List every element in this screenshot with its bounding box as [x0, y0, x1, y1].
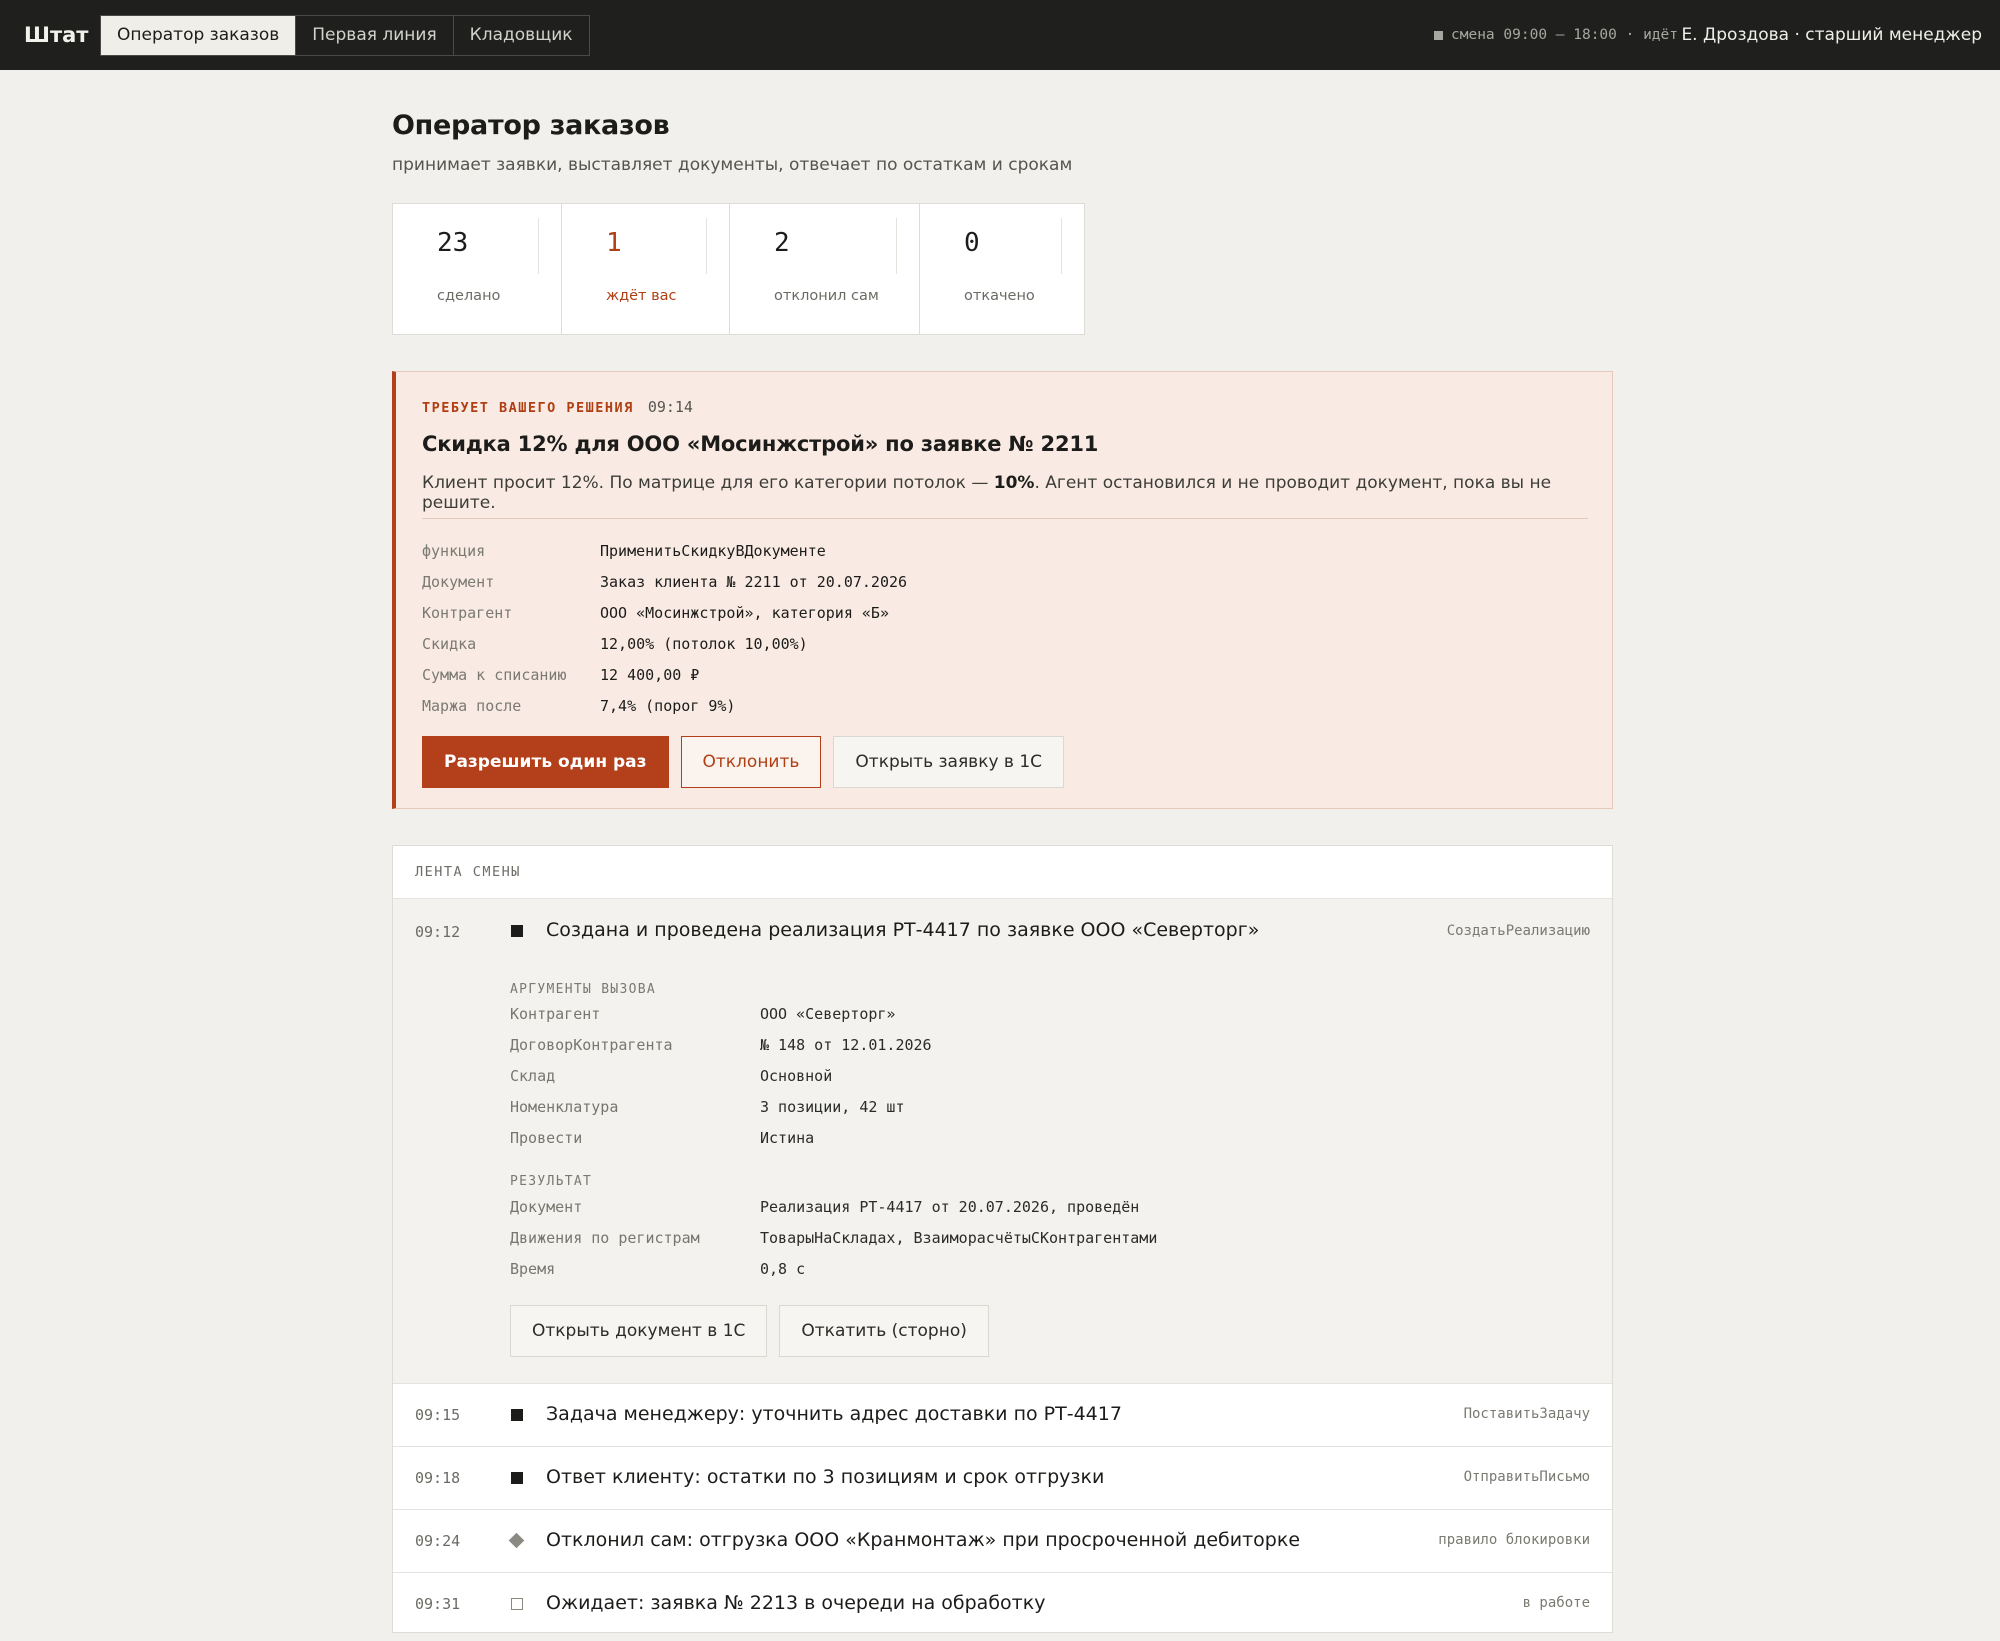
- reject-button[interactable]: Отклонить: [680, 736, 822, 788]
- decision-header: ТРЕБУЕТ ВАШЕГО РЕШЕНИЯ 09:14: [422, 398, 693, 416]
- result-row: Документ Реализация РТ-4417 от 20.07.2026…: [510, 1197, 1140, 1216]
- feed-item-function: правило блокировки: [1438, 1532, 1590, 1548]
- stat-done[interactable]: 23 сделано: [393, 204, 561, 334]
- feed-item[interactable]: 09:24 Отклонил сам: отгрузка ООО «Кранмо…: [393, 1510, 1612, 1573]
- feed-item[interactable]: 09:31 Ожидает: заявка № 2213 в очереди н…: [393, 1573, 1612, 1636]
- user-name[interactable]: Е. Дроздова · старший менеджер: [1681, 0, 1982, 70]
- arg-row: Провести Истина: [510, 1128, 815, 1147]
- shift-status: смена 09:00 — 18:00 · идёт: [1434, 0, 1678, 70]
- field-counterparty: Контрагент ООО «Мосинжстрой», категория «…: [422, 603, 889, 622]
- field-discount: Скидка 12,00% (потолок 10,00%): [422, 634, 808, 653]
- stat-label: сделано: [437, 288, 501, 304]
- feed-item[interactable]: 09:15 Задача менеджеру: уточнить адрес д…: [393, 1384, 1612, 1447]
- stats-panel: 23 сделано 1 ждёт вас 2 отклонил сам 0 о…: [392, 203, 1085, 335]
- decision-actions: Разрешить один раз Отклонить Открыть зая…: [422, 736, 1065, 788]
- decision-title: Скидка 12% для ООО «Мосинжстрой» по заяв…: [422, 432, 1099, 456]
- open-request-1c-button[interactable]: Открыть заявку в 1С: [833, 736, 1065, 788]
- decision-card: ТРЕБУЕТ ВАШЕГО РЕШЕНИЯ 09:14 Скидка 12% …: [392, 371, 1613, 809]
- decision-description: Клиент просит 12%. По матрице для его ка…: [422, 473, 1552, 513]
- feed-item-expanded[interactable]: 09:12 Создана и проведена реализация РТ-…: [393, 899, 1612, 1384]
- feed-item-function: ОтправитьПисьмо: [1463, 1469, 1590, 1485]
- page-subtitle: принимает заявки, выставляет документы, …: [392, 155, 1073, 175]
- rollback-button[interactable]: Откатить (сторно): [779, 1305, 989, 1357]
- stat-value: 23: [437, 228, 469, 258]
- call-args: Контрагент ООО «Северторг» ДоговорКонтраг…: [510, 998, 932, 1153]
- feed-item-function: СоздатьРеализацию: [1446, 923, 1590, 939]
- open-document-1c-button[interactable]: Открыть документ в 1С: [510, 1305, 768, 1357]
- field-document: Документ Заказ клиента № 2211 от 20.07.20…: [422, 572, 908, 591]
- field-function: функция ПрименитьСкидкуВДокументе: [422, 541, 826, 560]
- divider: [422, 518, 1588, 519]
- status-done-icon: [511, 1409, 523, 1421]
- feed-item-function: в работе: [1522, 1595, 1590, 1611]
- decision-fields: функция ПрименитьСкидкуВДокументе Докумен…: [422, 535, 907, 721]
- feed-item-text: Задача менеджеру: уточнить адрес доставк…: [546, 1403, 1122, 1425]
- approve-once-button[interactable]: Разрешить один раз: [422, 736, 669, 788]
- stat-label: ждёт вас: [606, 288, 677, 304]
- shift-status-text: смена 09:00 — 18:00 · идёт: [1451, 27, 1678, 43]
- shift-feed: ЛЕНТА СМЕНЫ 09:12 Создана и проведена ре…: [392, 845, 1613, 1633]
- tab-order-operator[interactable]: Оператор заказов: [101, 15, 296, 55]
- decision-time: 09:14: [647, 398, 693, 416]
- tab-first-line[interactable]: Первая линия: [295, 15, 452, 55]
- field-writeoff-sum: Сумма к списанию 12 400,00 ₽: [422, 665, 700, 684]
- status-waiting-icon: [511, 1598, 523, 1610]
- result-row: Движения по регистрам ТоварыНаСкладах, Вз…: [510, 1228, 1158, 1247]
- feed-item-time: 09:18: [415, 1469, 461, 1487]
- status-done-icon: [511, 925, 523, 937]
- decision-kicker: ТРЕБУЕТ ВАШЕГО РЕШЕНИЯ: [422, 400, 634, 416]
- feed-item-time: 09:24: [415, 1532, 461, 1550]
- arg-row: Номенклатура 3 позиции, 42 шт: [510, 1097, 905, 1116]
- arg-row: Контрагент ООО «Северторг»: [510, 1004, 896, 1023]
- stat-rejected-self[interactable]: 2 отклонил сам: [729, 204, 919, 334]
- call-result: Документ Реализация РТ-4417 от 20.07.2026…: [510, 1191, 1157, 1284]
- status-rejected-icon: [508, 1532, 525, 1549]
- feed-item-text: Ожидает: заявка № 2213 в очереди на обра…: [546, 1592, 1046, 1614]
- arg-row: ДоговорКонтрагента № 148 от 12.01.2026: [510, 1035, 932, 1054]
- feed-item-actions: Открыть документ в 1С Откатить (сторно): [510, 1305, 989, 1357]
- stat-label: отклонил сам: [774, 288, 879, 304]
- arg-row: Склад Основной: [510, 1066, 833, 1085]
- stat-value: 1: [606, 228, 622, 258]
- stat-rolled-back[interactable]: 0 откачено: [919, 204, 1084, 334]
- status-done-icon: [511, 1472, 523, 1484]
- field-margin-after: Маржа после 7,4% (порог 9%): [422, 696, 736, 715]
- brand-logo[interactable]: Штат: [0, 23, 100, 47]
- stat-label: откачено: [964, 288, 1035, 304]
- result-heading: РЕЗУЛЬТАТ: [510, 1174, 593, 1189]
- shift-status-icon: [1434, 30, 1444, 40]
- feed-item-time: 09:12: [415, 923, 461, 941]
- top-bar: Штат Оператор заказов Первая линия Кладо…: [0, 0, 2000, 70]
- feed-item-time: 09:31: [415, 1595, 461, 1613]
- feed-item-function: ПоставитьЗадачу: [1463, 1406, 1590, 1422]
- stat-value: 2: [774, 228, 790, 258]
- feed-item-text: Отклонил сам: отгрузка ООО «Кранмонтаж» …: [546, 1529, 1301, 1551]
- stat-waiting-you[interactable]: 1 ждёт вас: [561, 204, 729, 334]
- discount-ceiling: 10%: [993, 473, 1035, 493]
- result-row: Время 0,8 с: [510, 1259, 806, 1278]
- feed-item-text: Ответ клиенту: остатки по 3 позициям и с…: [546, 1466, 1105, 1488]
- feed-title: ЛЕНТА СМЕНЫ: [393, 846, 1612, 899]
- stat-value: 0: [964, 228, 980, 258]
- feed-item-text: Создана и проведена реализация РТ-4417 п…: [546, 919, 1260, 941]
- feed-item[interactable]: 09:18 Ответ клиенту: остатки по 3 позици…: [393, 1447, 1612, 1510]
- role-tabs: Оператор заказов Первая линия Кладовщик: [100, 14, 590, 56]
- tab-storekeeper[interactable]: Кладовщик: [452, 15, 589, 55]
- feed-item-time: 09:15: [415, 1406, 461, 1424]
- page-title: Оператор заказов: [392, 110, 670, 141]
- call-args-heading: АРГУМЕНТЫ ВЫЗОВА: [510, 982, 657, 997]
